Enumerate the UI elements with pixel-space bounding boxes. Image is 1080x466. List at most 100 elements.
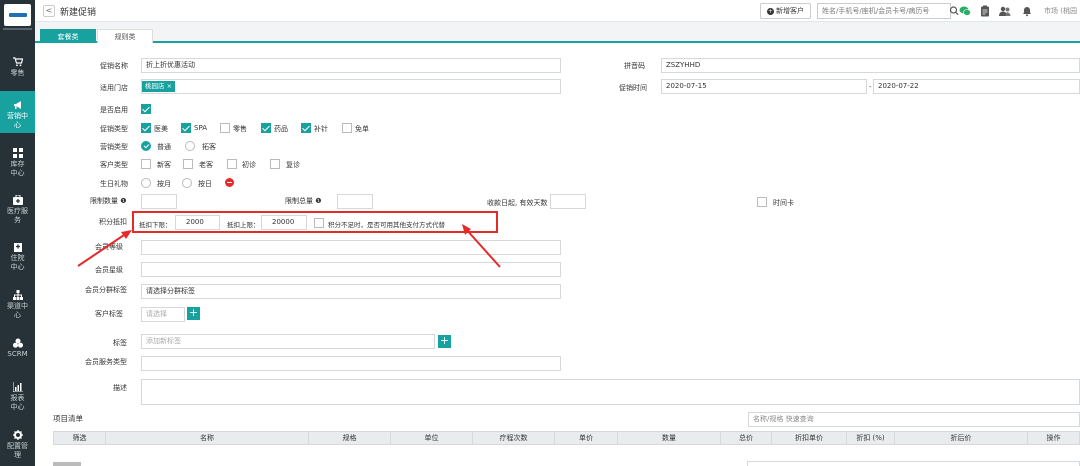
pinyin-input[interactable]: ZSZYHHD — [661, 58, 1080, 73]
sale-type-option: 普通 — [157, 143, 171, 151]
sidebar-item-medical[interactable]: 医疗服务 — [0, 193, 35, 231]
deduct-min-input[interactable]: 2000 — [175, 215, 220, 230]
tag-input[interactable]: 添加新标签 — [141, 334, 435, 349]
valid-days-input[interactable] — [550, 194, 586, 209]
add-tag-button[interactable]: + — [438, 335, 451, 348]
member-star-select[interactable] — [141, 262, 561, 277]
store-tag[interactable]: 桃园店 × — [142, 81, 176, 92]
info-icon[interactable]: ❶ — [315, 197, 321, 205]
column-header[interactable]: 折扣 (%) — [847, 432, 895, 444]
member-group-label: 会员分群标签 — [85, 286, 127, 294]
member-star-label: 会员星级 — [95, 266, 123, 274]
customer-type-option: 新客 — [157, 161, 171, 169]
gear-icon — [12, 430, 23, 440]
sidebar-item-inventory[interactable]: 库存中心 — [0, 146, 35, 182]
items-section-title: 项目清单 — [53, 414, 83, 423]
sidebar-item-marketing[interactable]: 营销中心 — [0, 91, 35, 133]
items-quick-search[interactable]: 名称/规格 快速查询 — [748, 412, 1080, 427]
remove-icon[interactable] — [225, 178, 234, 187]
app-logo[interactable] — [4, 4, 31, 26]
member-group-select[interactable]: 请选择分群标签 — [141, 284, 561, 299]
sidebar-item-reports[interactable]: 报表中心 — [0, 380, 35, 418]
sale-type-radio[interactable] — [185, 141, 195, 151]
wechat-icon[interactable] — [959, 5, 971, 17]
description-textarea[interactable] — [141, 379, 1080, 405]
customer-type-checkbox[interactable] — [227, 159, 237, 169]
store-select[interactable] — [141, 79, 561, 94]
deduct-max-label: 抵扣上限： — [227, 221, 260, 229]
promo-type-option: 药品 — [274, 125, 288, 133]
birthday-radio[interactable] — [182, 178, 192, 188]
column-header[interactable]: 筛选 — [54, 432, 106, 444]
column-header[interactable]: 总价 — [721, 432, 772, 444]
sidebar-item-channel[interactable]: 渠道中心 — [0, 288, 35, 326]
cart-icon — [12, 57, 23, 67]
sidebar-item-scrm[interactable]: SCRM — [0, 336, 35, 364]
promo-type-option: 零售 — [233, 125, 247, 133]
global-search-input[interactable]: 姓名/手机号/座机/会员卡号/病历号 — [817, 3, 951, 19]
tab-bar: 套餐类 规则类 — [35, 22, 1080, 43]
promo-type-checkbox[interactable] — [220, 123, 230, 133]
valid-days-label: 收款日起, 有效天数 — [487, 199, 548, 207]
start-date-input[interactable]: 2020-07-15 — [661, 79, 867, 94]
limit-total-input[interactable] — [337, 194, 373, 209]
column-header[interactable]: 数量 — [618, 432, 721, 444]
add-customer-tag-button[interactable]: + — [187, 307, 200, 320]
time-card-checkbox[interactable] — [757, 197, 767, 207]
promo-type-checkbox[interactable] — [301, 123, 311, 133]
column-header[interactable]: 操作 — [1028, 432, 1079, 444]
back-button[interactable]: < — [43, 5, 55, 17]
column-header[interactable]: 折扣单价 — [772, 432, 847, 444]
column-header[interactable]: 单位 — [391, 432, 473, 444]
page-title: 新建促销 — [60, 8, 97, 18]
enabled-checkbox[interactable] — [141, 104, 151, 114]
sale-type-radio[interactable] — [141, 141, 151, 151]
top-bar: < 新建促销 + 新增客户 姓名/手机号/座机/会员卡号/病历号 市场 (桃园 — [35, 0, 1080, 22]
birthday-option: 按日 — [198, 180, 212, 188]
deduct-min-label: 抵扣下限： — [139, 221, 172, 229]
clipboard-icon[interactable] — [979, 5, 991, 17]
sidebar-item-inpatient[interactable]: 住院中心 — [0, 240, 35, 276]
store-label: 适用门店 — [100, 84, 128, 92]
column-header[interactable]: 名称 — [106, 432, 309, 444]
form-content: 促销名称 折上折优惠活动 拼音码 ZSZYHHD 适用门店 桃园店 × 促销时间… — [35, 43, 1080, 466]
customer-type-checkbox[interactable] — [183, 159, 193, 169]
customer-tag-select[interactable]: 请选择 — [141, 307, 185, 322]
close-icon[interactable]: × — [167, 82, 172, 90]
customer-type-checkbox[interactable] — [141, 159, 151, 169]
promo-type-option: 补针 — [314, 125, 328, 133]
add-customer-button[interactable]: + 新增客户 — [760, 3, 811, 19]
member-level-select[interactable] — [141, 240, 561, 255]
tab-rules[interactable]: 规则类 — [97, 29, 153, 43]
member-service-select[interactable] — [141, 356, 561, 371]
info-icon[interactable]: ❶ — [120, 197, 126, 205]
birthday-radio[interactable] — [141, 178, 151, 188]
user-store-label[interactable]: 市场 (桃园 — [1044, 6, 1077, 16]
promo-type-checkbox[interactable] — [342, 123, 352, 133]
birthday-option: 按月 — [157, 180, 171, 188]
sidebar-item-retail[interactable]: 零售 — [0, 52, 35, 86]
sidebar-item-label: SCRM — [7, 350, 28, 358]
promo-type-checkbox[interactable] — [141, 123, 151, 133]
promo-type-checkbox[interactable] — [181, 123, 191, 133]
customer-type-checkbox[interactable] — [270, 159, 280, 169]
customer-tag-label: 客户标签 — [95, 310, 123, 318]
promo-name-input[interactable]: 折上折优惠活动 — [141, 58, 561, 73]
sidebar-item-config[interactable]: 配置管理 — [0, 428, 35, 466]
cubes-icon — [12, 338, 23, 348]
tab-package[interactable]: 套餐类 — [40, 29, 96, 43]
cropped-input[interactable] — [747, 461, 1080, 466]
deduct-max-input[interactable]: 20000 — [261, 215, 307, 230]
points-fallback-checkbox[interactable] — [314, 218, 324, 228]
users-icon[interactable] — [999, 5, 1011, 17]
column-header[interactable]: 疗程次数 — [473, 432, 555, 444]
bell-icon[interactable] — [1021, 5, 1033, 17]
column-header[interactable]: 单价 — [555, 432, 618, 444]
end-date-input[interactable]: 2020-07-22 — [873, 79, 1080, 94]
limit-qty-input[interactable] — [141, 194, 177, 209]
column-header[interactable]: 折后价 — [895, 432, 1028, 444]
sidebar-item-label: 库存中心 — [10, 160, 25, 177]
sale-type-option: 拓客 — [202, 143, 216, 151]
promo-type-checkbox[interactable] — [261, 123, 271, 133]
column-header[interactable]: 规格 — [309, 432, 391, 444]
